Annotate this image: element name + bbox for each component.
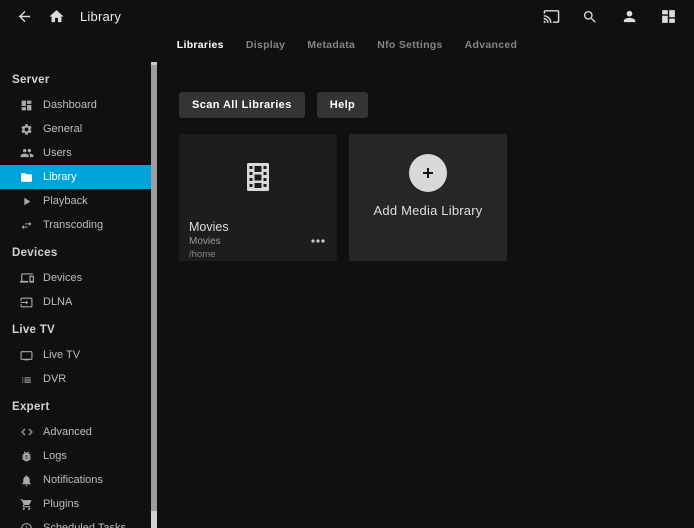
- home-icon: [48, 8, 65, 25]
- search-button[interactable]: [576, 3, 604, 31]
- gear-icon: [20, 122, 34, 136]
- sidebar-item-transcoding[interactable]: Transcoding: [0, 213, 151, 237]
- swap-arrows-icon: [20, 218, 34, 232]
- folder-icon: [20, 170, 34, 184]
- cast-button[interactable]: [537, 3, 565, 31]
- sidebar-item-dashboard[interactable]: Dashboard: [0, 93, 151, 117]
- library-card-menu-button[interactable]: [307, 233, 329, 249]
- add-media-library-label: Add Media Library: [374, 203, 483, 218]
- sidebar-section-livetv: Live TV Live TV DVR: [0, 314, 151, 391]
- scan-all-libraries-button[interactable]: Scan All Libraries: [179, 92, 305, 118]
- play-icon: [20, 194, 34, 208]
- sidebar-item-scheduled-tasks[interactable]: Scheduled Tasks: [0, 516, 151, 528]
- dashboard-grid-icon: [660, 8, 677, 25]
- home-button[interactable]: [42, 3, 70, 31]
- main-content: Scan All Libraries Help Mo: [158, 56, 694, 528]
- sidebar-item-logs[interactable]: Logs: [0, 444, 151, 468]
- sidebar-item-label: Notifications: [43, 474, 103, 486]
- sidebar-scrollbar[interactable]: [151, 62, 157, 528]
- input-icon: [20, 295, 34, 309]
- sidebar-item-devices[interactable]: Devices: [0, 266, 151, 290]
- sidebar-item-library[interactable]: Library: [0, 165, 151, 189]
- more-horiz-icon: [311, 239, 325, 243]
- bell-icon: [20, 473, 34, 487]
- sidebar: Server Dashboard General Users Library: [0, 56, 158, 528]
- sidebar-item-label: Live TV: [43, 349, 80, 361]
- sidebar-item-advanced[interactable]: Advanced: [0, 420, 151, 444]
- sidebar-item-label: DLNA: [43, 296, 72, 308]
- sidebar-section-server: Server Dashboard General Users Library: [0, 64, 151, 237]
- sidebar-item-label: Transcoding: [43, 219, 103, 231]
- back-icon: [16, 8, 33, 25]
- user-button[interactable]: [615, 3, 643, 31]
- sidebar-item-plugins[interactable]: Plugins: [0, 492, 151, 516]
- library-card-image: [179, 134, 337, 220]
- users-icon: [20, 146, 34, 160]
- sidebar-item-label: General: [43, 123, 82, 135]
- tv-icon: [20, 348, 34, 362]
- section-header-devices: Devices: [0, 237, 151, 266]
- tab-display[interactable]: Display: [245, 37, 286, 53]
- add-circle[interactable]: [409, 154, 447, 192]
- sidebar-item-label: Logs: [43, 450, 67, 462]
- library-card-path: /home: [189, 249, 327, 260]
- cast-icon: [543, 8, 560, 25]
- page-title: Library: [80, 9, 121, 24]
- sidebar-item-label: Devices: [43, 272, 82, 284]
- bug-icon: [20, 449, 34, 463]
- list-icon: [20, 372, 34, 386]
- sidebar-item-dlna[interactable]: DLNA: [0, 290, 151, 314]
- tab-metadata[interactable]: Metadata: [306, 37, 356, 53]
- scrollbar-end: [151, 511, 157, 528]
- clock-icon: [20, 521, 34, 528]
- sidebar-item-livetv[interactable]: Live TV: [0, 343, 151, 367]
- help-button[interactable]: Help: [317, 92, 368, 118]
- sidebar-item-label: Advanced: [43, 426, 92, 438]
- sidebar-section-devices: Devices Devices DLNA: [0, 237, 151, 314]
- search-icon: [582, 9, 598, 25]
- sidebar-item-label: Users: [43, 147, 72, 159]
- sidebar-item-label: Dashboard: [43, 99, 97, 111]
- add-media-library-card[interactable]: Add Media Library: [349, 134, 507, 261]
- user-icon: [621, 8, 638, 25]
- sidebar-item-playback[interactable]: Playback: [0, 189, 151, 213]
- dashboard-icon: [20, 98, 34, 112]
- tab-advanced[interactable]: Advanced: [464, 37, 519, 53]
- cart-icon: [20, 497, 34, 511]
- sidebar-item-users[interactable]: Users: [0, 141, 151, 165]
- sidebar-section-expert: Expert Advanced Logs Notifications Plugi…: [0, 391, 151, 528]
- devices-icon: [20, 271, 34, 285]
- scrollbar-thumb[interactable]: [151, 62, 157, 511]
- sidebar-item-dvr[interactable]: DVR: [0, 367, 151, 391]
- back-button[interactable]: [10, 3, 38, 31]
- section-header-server: Server: [0, 64, 151, 93]
- code-icon: [20, 425, 34, 439]
- tab-libraries[interactable]: Libraries: [176, 37, 225, 53]
- settings-tab-strip: Libraries Display Metadata Nfo Settings …: [0, 33, 694, 56]
- sidebar-item-label: Plugins: [43, 498, 79, 510]
- sidebar-item-label: Playback: [43, 195, 88, 207]
- dashboard-grid-button[interactable]: [654, 3, 682, 31]
- sidebar-item-notifications[interactable]: Notifications: [0, 468, 151, 492]
- film-strip-icon: [247, 163, 269, 191]
- section-header-expert: Expert: [0, 391, 151, 420]
- sidebar-item-label: DVR: [43, 373, 66, 385]
- sidebar-item-label: Library: [43, 171, 77, 183]
- plus-icon: [420, 165, 436, 181]
- section-header-livetv: Live TV: [0, 314, 151, 343]
- sidebar-item-label: Scheduled Tasks: [43, 522, 126, 528]
- sidebar-item-general[interactable]: General: [0, 117, 151, 141]
- tab-nfo-settings[interactable]: Nfo Settings: [376, 37, 443, 53]
- library-card-movies[interactable]: Movies Movies /home: [179, 134, 337, 261]
- top-app-bar: Library: [0, 0, 694, 33]
